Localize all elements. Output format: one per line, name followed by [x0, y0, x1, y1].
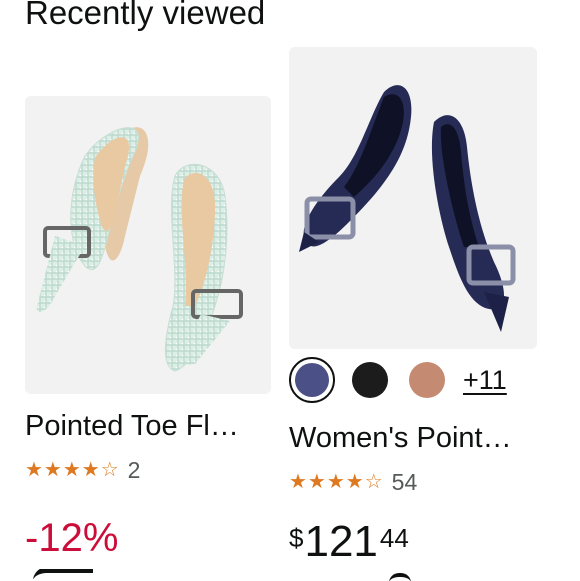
product-rating[interactable]: ★★★★☆ 54 [289, 470, 417, 494]
price-symbol: $ [289, 523, 304, 553]
star-rating-icon: ★★★★☆ [289, 471, 384, 493]
star-rating-icon: ★★★★☆ [25, 459, 120, 481]
swatch-tan[interactable] [409, 362, 445, 398]
product-image[interactable] [289, 47, 537, 349]
swatch-navy[interactable] [289, 357, 335, 403]
price-fraction: 44 [379, 523, 409, 553]
section-title: Recently viewed [25, 0, 266, 31]
product-title[interactable]: Women's Point… [289, 420, 549, 456]
price-cutoff [33, 569, 93, 579]
product-price: $ 121 44 [289, 517, 409, 567]
product-image[interactable] [25, 96, 271, 394]
discount-badge: -12% [25, 516, 119, 560]
more-colors-link[interactable]: +11 [463, 362, 507, 398]
rating-count: 54 [391, 469, 418, 495]
rating-count: 2 [127, 457, 141, 483]
color-swatches: +11 [289, 357, 507, 403]
price-whole: 121 [304, 517, 378, 566]
swatch-black[interactable] [352, 362, 388, 398]
navy-flats-image [299, 85, 516, 332]
tweed-flats-image [36, 127, 243, 372]
product-title[interactable]: Pointed Toe Fl… [25, 408, 275, 444]
product-rating[interactable]: ★★★★☆ 2 [25, 458, 140, 482]
swatch-navy-fill [295, 363, 329, 397]
